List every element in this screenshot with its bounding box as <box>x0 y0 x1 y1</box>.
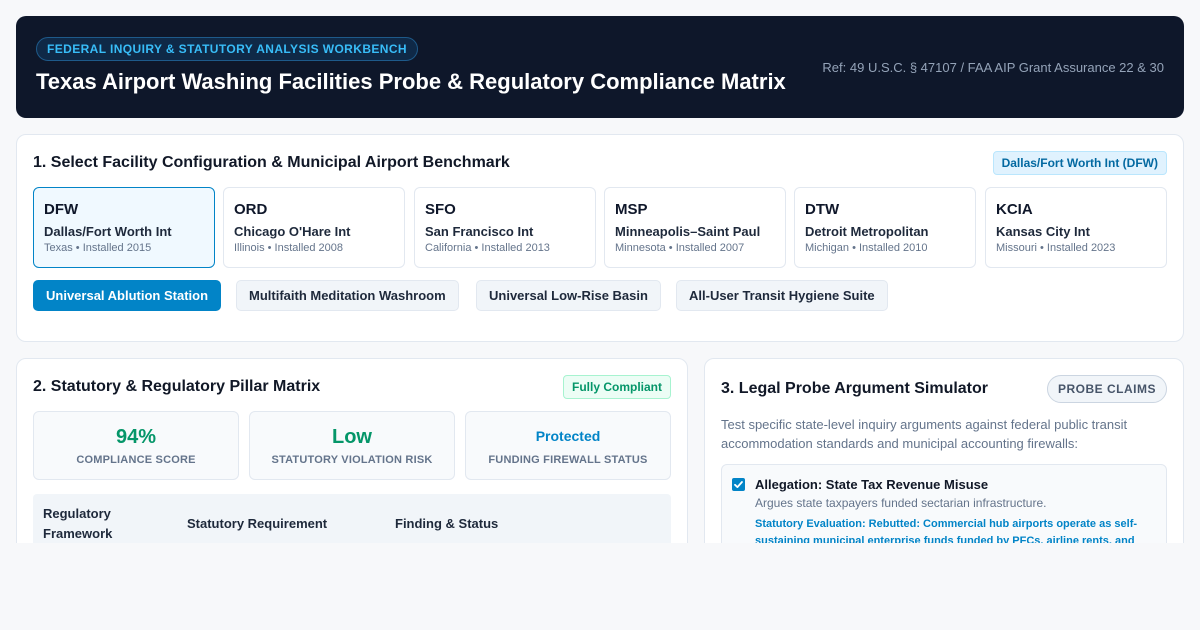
claim-description: Argues state taxpayers funded sectarian … <box>755 496 1047 510</box>
metric-value: Protected <box>535 428 601 444</box>
simulator-description: Test specific state-level inquiry argume… <box>721 417 1128 451</box>
airport-card-list: DFW Dallas/Fort Worth Int Texas • Instal… <box>33 187 1167 268</box>
section-title: 1. Select Facility Configuration & Munic… <box>33 154 510 171</box>
airport-name: San Francisco Int <box>425 224 534 239</box>
airport-code: DTW <box>805 201 840 218</box>
config-multifaith-meditation-washroom[interactable]: Multifaith Meditation Washroom <box>236 280 459 311</box>
statute-reference: Ref: 49 U.S.C. § 47107 / FAA AIP Grant A… <box>822 60 1164 75</box>
airport-code: ORD <box>234 201 268 218</box>
airport-meta: Minnesota • Installed 2007 <box>615 242 745 254</box>
column-header-framework: Regulatory Framework <box>43 506 113 541</box>
check-icon <box>734 481 743 488</box>
page-title: Texas Airport Washing Facilities Probe &… <box>36 69 786 94</box>
section-title: 2. Statutory & Regulatory Pillar Matrix <box>33 378 321 395</box>
airport-meta: Michigan • Installed 2010 <box>805 242 928 254</box>
workbench-badge: FEDERAL INQUIRY & STATUTORY ANALYSIS WOR… <box>36 37 418 61</box>
metric-value: 94% <box>115 426 157 448</box>
metric-value: Low <box>332 426 372 448</box>
page-header: FEDERAL INQUIRY & STATUTORY ANALYSIS WOR… <box>16 16 1184 118</box>
airport-meta: Texas • Installed 2015 <box>44 242 152 254</box>
facility-selection-panel: 1. Select Facility Configuration & Munic… <box>16 134 1184 342</box>
funding-firewall-card: Protected FUNDING FIREWALL STATUS <box>465 411 671 480</box>
metric-label: FUNDING FIREWALL STATUS <box>488 454 648 466</box>
config-universal-low-rise-basin[interactable]: Universal Low-Rise Basin <box>476 280 661 311</box>
airport-card-sfo[interactable]: SFO San Francisco Int California • Insta… <box>414 187 596 268</box>
claim-checkbox[interactable] <box>732 478 745 491</box>
config-universal-ablution-station[interactable]: Universal Ablution Station <box>33 280 222 311</box>
column-header-finding: Finding & Status <box>395 516 499 531</box>
airport-code: MSP <box>615 201 648 218</box>
column-header-requirement: Statutory Requirement <box>187 516 328 531</box>
airport-card-ord[interactable]: ORD Chicago O'Hare Int Illinois • Instal… <box>223 187 405 268</box>
airport-name: Detroit Metropolitan <box>805 224 929 239</box>
airport-name: Kansas City Int <box>996 224 1090 239</box>
airport-card-kcia[interactable]: KCIA Kansas City Int Missouri • Installe… <box>985 187 1167 268</box>
airport-name: Chicago O'Hare Int <box>234 224 351 239</box>
probe-claims-button[interactable]: PROBE CLAIMS <box>1046 375 1167 403</box>
airport-card-dfw[interactable]: DFW Dallas/Fort Worth Int Texas • Instal… <box>33 187 215 268</box>
section-title: 3. Legal Probe Argument Simulator <box>721 380 989 397</box>
airport-meta: Illinois • Installed 2008 <box>234 242 344 254</box>
viewport-cutoff <box>0 543 1200 630</box>
airport-card-dtw[interactable]: DTW Detroit Metropolitan Michigan • Inst… <box>794 187 976 268</box>
compliance-status-badge: Fully Compliant <box>563 375 671 399</box>
airport-name: Dallas/Fort Worth Int <box>44 224 172 239</box>
metric-label: COMPLIANCE SCORE <box>76 454 196 466</box>
config-all-user-transit-hygiene-suite[interactable]: All-User Transit Hygiene Suite <box>676 280 888 311</box>
claim-title: Allegation: State Tax Revenue Misuse <box>755 477 989 492</box>
violation-risk-card: Low STATUTORY VIOLATION RISK <box>249 411 455 480</box>
airport-meta: California • Installed 2013 <box>425 242 550 254</box>
airport-code: SFO <box>425 201 456 218</box>
airport-code: KCIA <box>996 201 1033 218</box>
airport-code: DFW <box>44 201 79 218</box>
airport-card-msp[interactable]: MSP Minneapolis–Saint Paul Minnesota • I… <box>604 187 786 268</box>
selected-airport-tag: Dallas/Fort Worth Int (DFW) <box>992 151 1167 175</box>
metric-label: STATUTORY VIOLATION RISK <box>271 454 433 466</box>
airport-meta: Missouri • Installed 2023 <box>996 242 1116 254</box>
compliance-score-card: 94% COMPLIANCE SCORE <box>33 411 239 480</box>
airport-name: Minneapolis–Saint Paul <box>615 224 761 239</box>
